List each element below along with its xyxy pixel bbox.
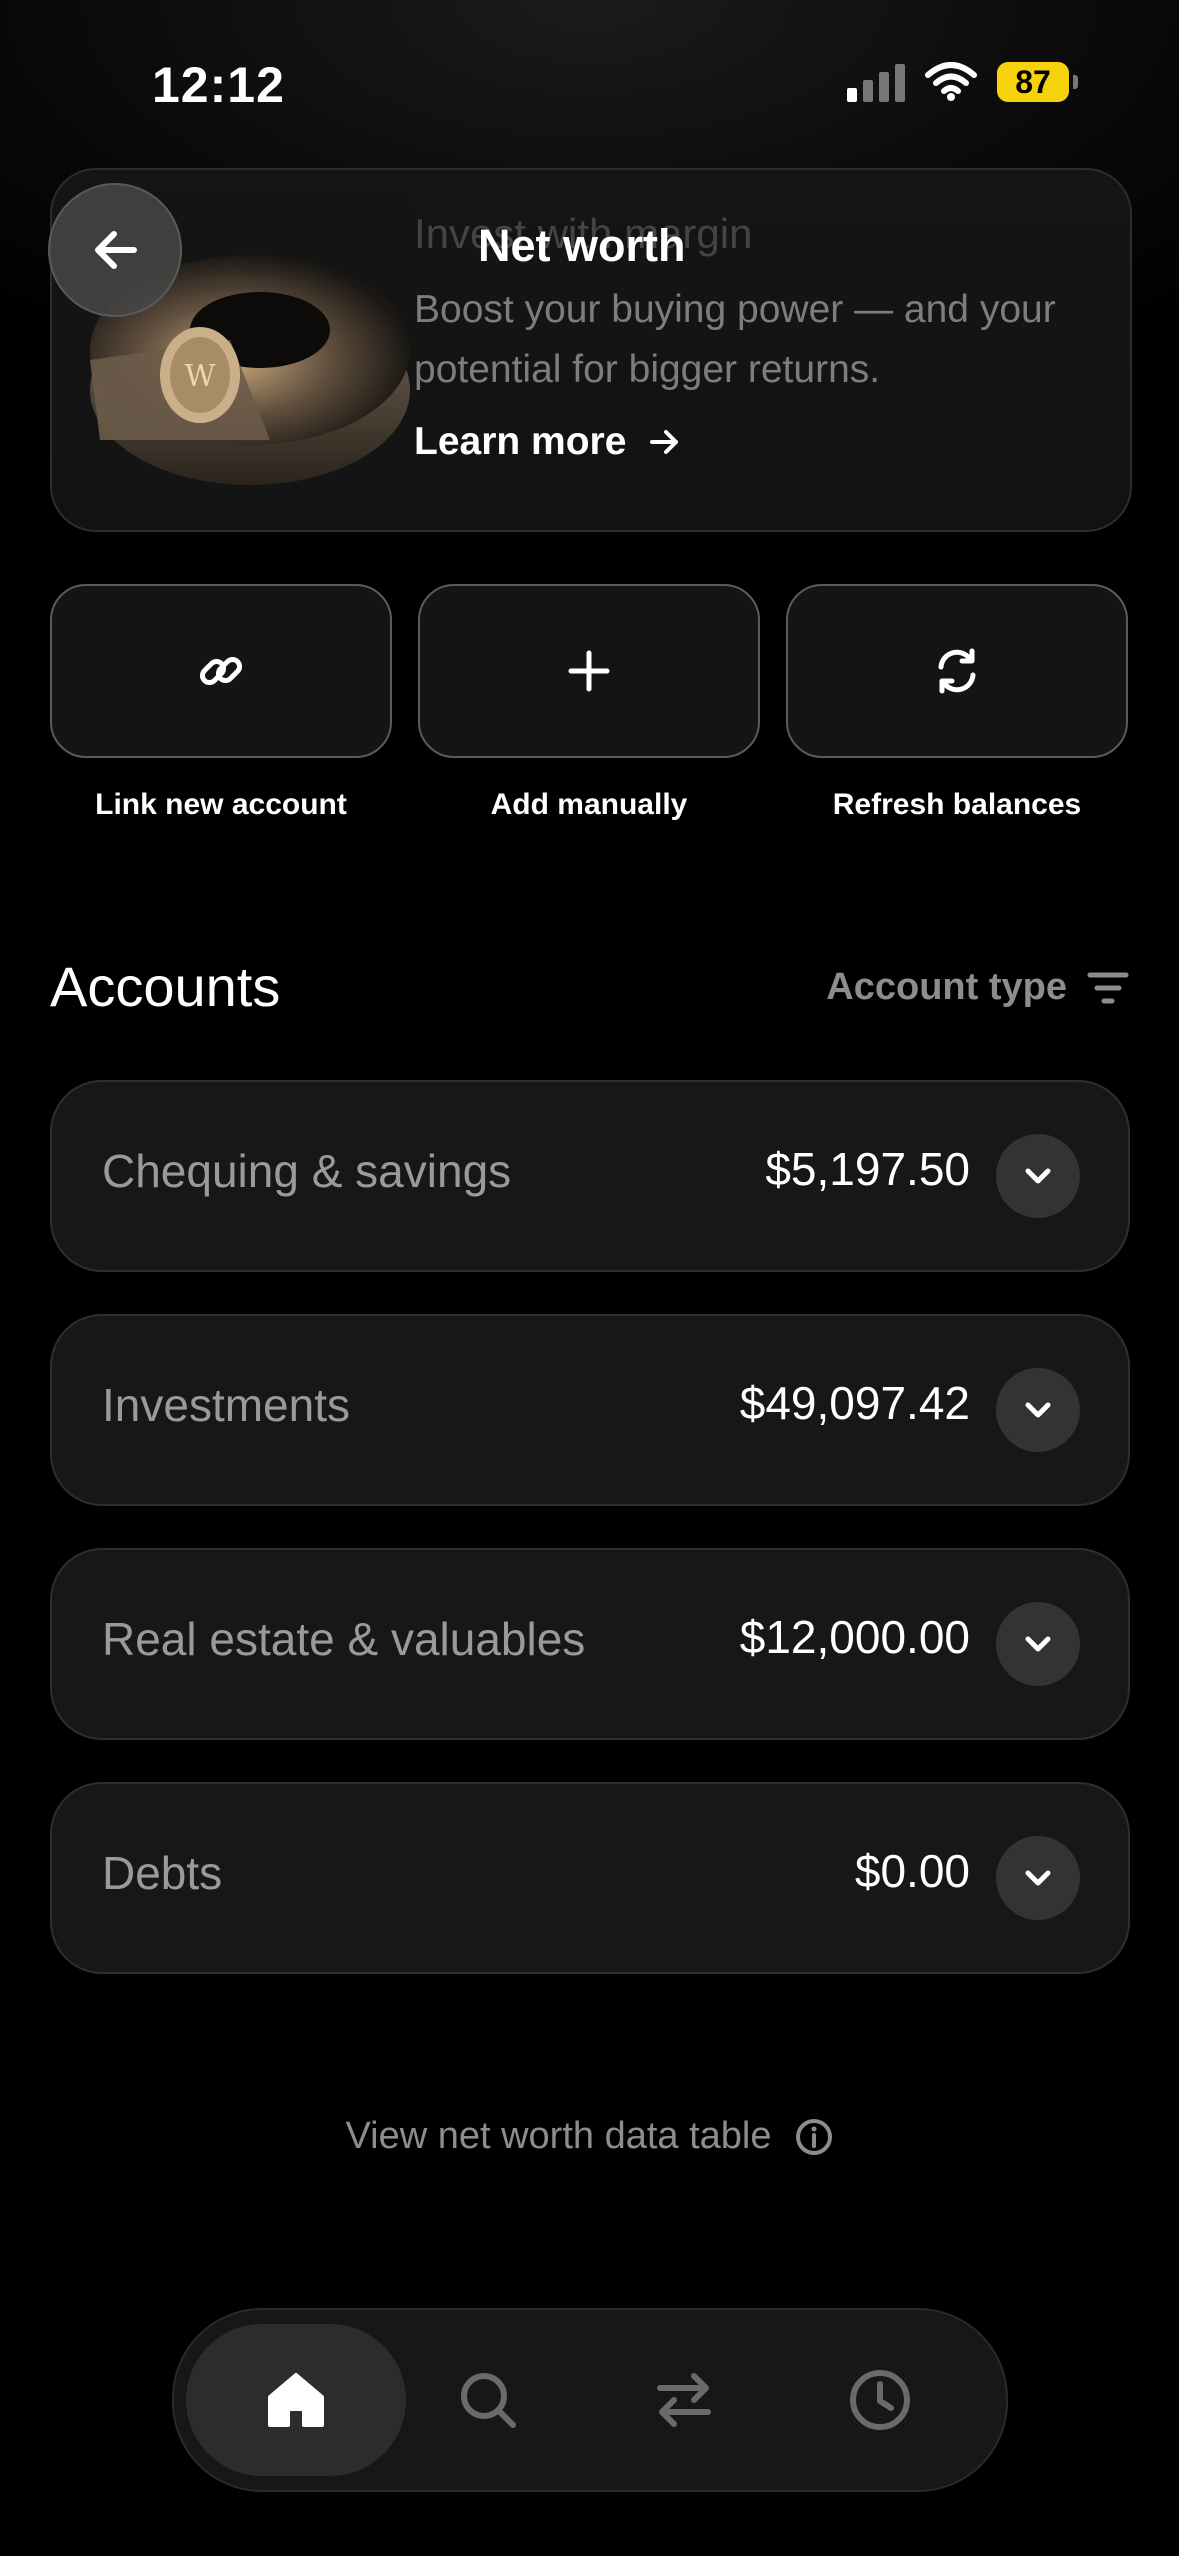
tab-home[interactable] — [186, 2324, 406, 2476]
account-amount: $5,197.50 — [765, 1143, 970, 1195]
refresh-balances-action[interactable]: Refresh balances — [786, 584, 1128, 822]
view-data-table-label: View net worth data table — [345, 2115, 772, 2157]
tab-history[interactable] — [770, 2324, 990, 2476]
history-icon — [850, 2370, 910, 2430]
account-type-sort-button[interactable]: Account type — [826, 966, 1129, 1009]
expand-button[interactable] — [996, 1836, 1080, 1920]
info-icon — [795, 2118, 832, 2155]
view-data-table-link[interactable]: View net worth data table — [0, 2115, 1179, 2158]
status-icons: 87 — [847, 62, 1078, 102]
tab-transfer[interactable] — [574, 2324, 794, 2476]
cellular-signal-icon — [847, 62, 905, 102]
link-account-label: Link new account — [95, 788, 347, 821]
search-icon — [461, 2373, 516, 2428]
battery-indicator: 87 — [997, 62, 1078, 102]
account-row-chequing[interactable]: Chequing & savings $5,197.50 — [50, 1080, 1130, 1272]
svg-text:W: W — [185, 359, 216, 394]
wifi-icon — [925, 62, 977, 101]
accounts-heading: Accounts — [50, 955, 281, 1018]
expand-button[interactable] — [996, 1134, 1080, 1218]
chevron-down-icon — [1025, 1168, 1051, 1184]
net-worth-screen: 12:12 87 W Invest with margin Boost your… — [0, 0, 1179, 2556]
account-name: Chequing & savings — [102, 1145, 512, 1197]
refresh-icon — [938, 648, 976, 694]
learn-more-label: Learn more — [414, 420, 627, 463]
refresh-balances-button[interactable] — [786, 584, 1128, 758]
learn-more-link[interactable]: Learn more — [414, 420, 682, 464]
arrow-left-icon — [95, 231, 137, 269]
plus-icon — [568, 650, 610, 692]
account-row-debts[interactable]: Debts $0.00 — [50, 1782, 1130, 1974]
account-name: Debts — [102, 1847, 223, 1899]
account-name: Investments — [102, 1379, 350, 1431]
promo-description: Boost your buying power — and your poten… — [414, 288, 1056, 391]
chevron-down-icon — [1025, 1402, 1051, 1418]
transfer-icon — [657, 2373, 711, 2427]
account-row-real-estate[interactable]: Real estate & valuables $12,000.00 — [50, 1548, 1130, 1740]
arrow-right-icon — [650, 430, 679, 454]
bottom-tab-bar — [172, 2308, 1008, 2492]
status-time: 12:12 — [152, 57, 285, 113]
link-account-button[interactable] — [50, 584, 392, 758]
add-manually-action[interactable]: Add manually — [418, 584, 760, 822]
tab-search[interactable] — [378, 2324, 598, 2476]
link-icon — [199, 656, 243, 686]
account-amount: $0.00 — [854, 1845, 970, 1897]
account-row-investments[interactable]: Investments $49,097.42 — [50, 1314, 1130, 1506]
refresh-balances-label: Refresh balances — [832, 788, 1082, 821]
account-type-label: Account type — [826, 966, 1067, 1008]
account-name: Real estate & valuables — [102, 1613, 586, 1665]
home-icon — [268, 2373, 324, 2427]
account-amount: $12,000.00 — [739, 1611, 970, 1663]
chevron-down-icon — [1025, 1636, 1051, 1652]
account-amount: $49,097.42 — [739, 1377, 970, 1429]
filter-icon — [1087, 972, 1129, 1003]
expand-button[interactable] — [996, 1368, 1080, 1452]
back-button[interactable] — [48, 183, 182, 317]
link-account-action[interactable]: Link new account — [50, 584, 392, 822]
expand-button[interactable] — [996, 1602, 1080, 1686]
add-manually-button[interactable] — [418, 584, 760, 758]
chevron-down-icon — [1025, 1870, 1051, 1886]
page-title: Net worth — [478, 220, 686, 271]
add-manually-label: Add manually — [490, 788, 688, 821]
